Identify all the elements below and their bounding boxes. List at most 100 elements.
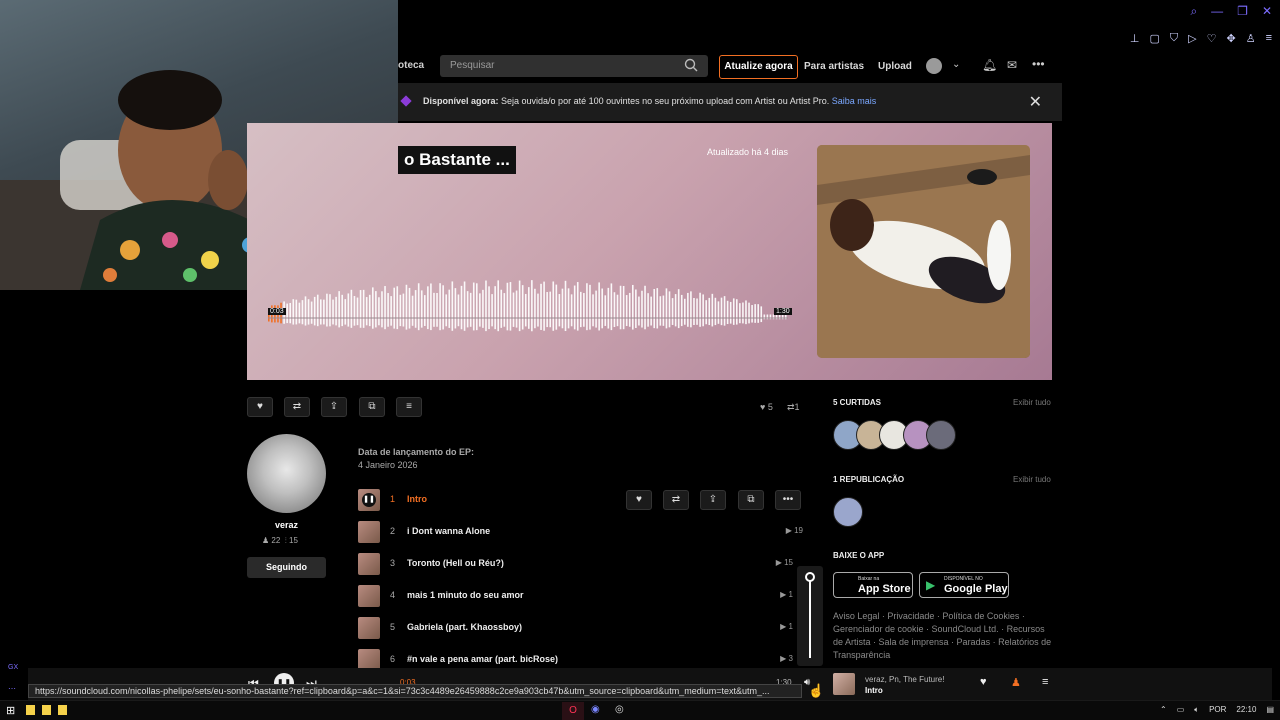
upload-link[interactable]: Upload [878, 61, 912, 72]
track-share-button[interactable]: ⇪ [700, 490, 726, 510]
pin-icon[interactable]: ⊥ [1130, 32, 1140, 45]
menu-icon[interactable]: ≡ [1266, 32, 1272, 45]
waveform-bar [304, 296, 307, 326]
track-repost-button[interactable]: ⇄ [663, 490, 689, 510]
google-play-button[interactable]: ▶ DISPONÍVEL NO Google Play [919, 572, 1009, 598]
track-title[interactable]: #n vale a pena amar (part. bicRose) [407, 654, 558, 664]
pause-icon[interactable]: ❚❚ [362, 493, 376, 507]
waveform-bar [598, 282, 600, 331]
close-icon[interactable]: ✕ [1262, 4, 1272, 19]
search-input[interactable]: Pesquisar [440, 55, 708, 77]
track-copy-button[interactable]: ⧉ [738, 490, 764, 510]
user-avatar[interactable] [926, 58, 942, 74]
now-playing-title[interactable]: Intro [865, 686, 883, 695]
waveform-bar [503, 293, 506, 327]
extensions-icon[interactable]: ✥ [1226, 32, 1235, 45]
search-icon[interactable] [684, 58, 698, 72]
track-title[interactable]: Toronto (Hell ou Réu?) [407, 558, 504, 568]
waveform-bar [653, 289, 656, 329]
likes-show-all-link[interactable]: Exibir tudo [1013, 398, 1051, 407]
track-row[interactable]: 3 Toronto (Hell ou Réu?) ▶ 15 [358, 553, 803, 575]
shield-icon[interactable]: ⛉ [1170, 32, 1178, 45]
waveform-bar [635, 289, 637, 328]
mail-icon[interactable]: ✉ [1007, 58, 1017, 72]
notifications-icon[interactable]: ▤ [1266, 705, 1274, 715]
add-to-next-button[interactable]: ≡ [396, 397, 422, 417]
speaker-icon[interactable]: 🔈︎ [1194, 705, 1199, 715]
volume-slider[interactable] [797, 566, 823, 666]
now-playing-thumbnail[interactable] [833, 673, 855, 695]
track-title[interactable]: i Dont wanna Alone [407, 526, 490, 536]
windows-icon[interactable]: ⊞ [6, 704, 15, 717]
folder-icon[interactable] [26, 705, 35, 715]
track-like-button[interactable]: ♥ [626, 490, 652, 510]
reposts-show-all-link[interactable]: Exibir tudo [1013, 475, 1051, 484]
track-title[interactable]: mais 1 minuto do seu amor [407, 590, 524, 600]
track-title[interactable]: Intro [407, 494, 427, 504]
share-button[interactable]: ⇪ [321, 397, 347, 417]
heart-icon[interactable]: ♡ [1207, 32, 1217, 45]
track-plays: ▶ 1 [780, 622, 793, 631]
search-icon[interactable]: ⌕ [1190, 4, 1197, 19]
track-title[interactable]: Gabriela (part. Khaossboy) [407, 622, 522, 632]
banner-text: Disponível agora: Seja ouvida/o por até … [423, 96, 876, 106]
track-row[interactable]: 4 mais 1 minuto do seu amor ▶ 1 [358, 585, 803, 607]
clock[interactable]: 22:10 [1236, 705, 1256, 715]
upgrade-button[interactable]: Atualize agora [719, 55, 798, 79]
play-icon[interactable]: ▷ [1188, 32, 1196, 45]
like-button[interactable]: ♥ [247, 397, 273, 417]
folder-icon[interactable] [58, 705, 67, 715]
heart-icon[interactable]: ♥ [980, 676, 987, 688]
snapshot-icon[interactable]: ▢ [1149, 32, 1159, 45]
queue-icon[interactable]: ≡ [1042, 676, 1048, 688]
liker-avatar[interactable] [926, 420, 956, 450]
discord-icon[interactable]: ◉ [591, 704, 600, 715]
now-playing-artist[interactable]: veraz, Pn, The Future! [865, 675, 944, 684]
bell-icon[interactable]: 🔔︎ [982, 58, 997, 72]
volume-knob[interactable] [805, 572, 815, 582]
more-icon[interactable]: ••• [1032, 57, 1045, 71]
following-button[interactable]: Seguindo [247, 557, 326, 578]
waveform-bar [460, 285, 463, 330]
repost-button[interactable]: ⇄ [284, 397, 310, 417]
chevron-down-icon[interactable]: ⌄ [952, 59, 960, 70]
waveform-bar [405, 284, 408, 330]
footer-links[interactable]: Aviso Legal · Privacidade · Política de … [833, 610, 1055, 662]
learn-more-link[interactable]: Saiba mais [832, 96, 877, 106]
track-row[interactable]: ❚❚ 1 Intro [358, 489, 803, 511]
app-store-button[interactable]: Baixar na App Store [833, 572, 913, 598]
chevron-up-icon[interactable]: ⌃ [1160, 705, 1167, 715]
reposter-avatar[interactable] [833, 497, 863, 527]
waveform-bar [537, 293, 539, 327]
waveform-bar [335, 296, 337, 326]
artist-name[interactable]: veraz [247, 520, 326, 530]
waveform-bar [295, 299, 298, 325]
sidebar-more-icon[interactable]: ⋯ [8, 684, 16, 693]
close-icon[interactable]: ✕ [1029, 92, 1042, 112]
network-icon[interactable]: ▭ [1177, 705, 1185, 715]
waveform-bar [320, 299, 322, 325]
copy-link-button[interactable]: ⧉ [359, 397, 385, 417]
waveform-bar [457, 294, 460, 327]
waveform-bar [586, 283, 588, 331]
track-row[interactable]: 2 i Dont wanna Alone ▶ 19 [358, 521, 803, 543]
google-play-label: Google Play [944, 583, 1008, 595]
opera-gx-icon[interactable]: O [562, 702, 584, 720]
for-artists-link[interactable]: Para artistas [804, 61, 864, 72]
account-icon[interactable]: ♙ [1246, 32, 1256, 45]
language-indicator[interactable]: POR [1209, 705, 1226, 715]
folder-icon[interactable] [42, 705, 51, 715]
track-more-button[interactable]: ••• [775, 490, 801, 510]
waveform[interactable] [268, 278, 788, 332]
gx-icon[interactable]: GX [8, 664, 18, 671]
follow-artist-icon[interactable]: ♟ [1011, 676, 1021, 689]
obs-icon[interactable]: ◎ [615, 704, 624, 715]
nav-library-link[interactable]: oteca [398, 60, 424, 71]
track-row[interactable]: 5 Gabriela (part. Khaossboy) ▶ 1 [358, 617, 803, 639]
waveform-bar [604, 295, 607, 326]
artist-avatar[interactable] [247, 434, 326, 513]
track-thumbnail [358, 521, 380, 543]
restore-icon[interactable]: ❐ [1237, 4, 1248, 19]
minimize-icon[interactable]: — [1211, 4, 1223, 19]
waveform-bar [610, 283, 613, 331]
